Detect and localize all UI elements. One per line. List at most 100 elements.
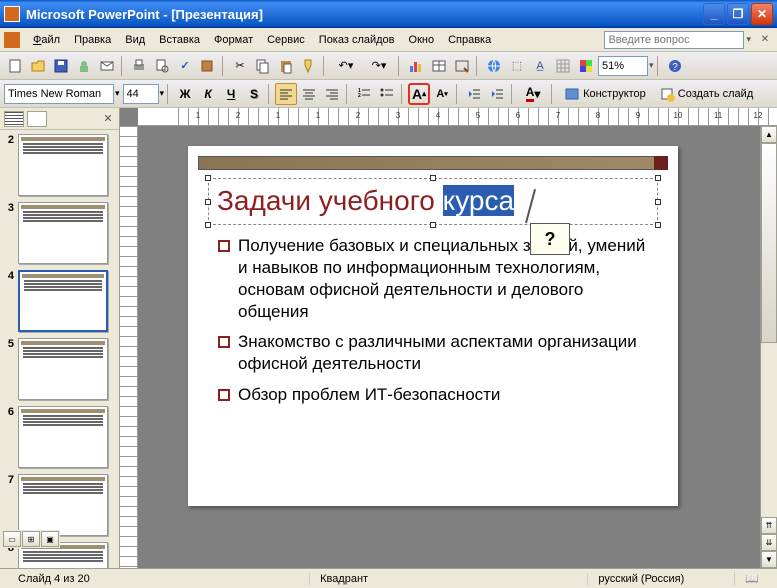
bullets-button[interactable] bbox=[376, 83, 398, 105]
font-color-button[interactable]: A ▾ bbox=[518, 83, 548, 105]
save-button[interactable] bbox=[50, 55, 72, 77]
help-button[interactable]: ? bbox=[664, 55, 686, 77]
list-item[interactable]: Знакомство с различными аспектами органи… bbox=[218, 331, 648, 375]
open-button[interactable] bbox=[27, 55, 49, 77]
status-spellcheck-icon[interactable]: 📖 bbox=[734, 572, 769, 585]
undo-button[interactable]: ↶▾ bbox=[330, 55, 362, 77]
thumbnail-row[interactable]: 2 bbox=[2, 134, 117, 196]
scroll-thumb[interactable] bbox=[761, 143, 777, 343]
thumbnail-row[interactable]: 5 bbox=[2, 338, 117, 400]
menu-format[interactable]: Формат bbox=[207, 32, 260, 48]
slide-body-list[interactable]: Получение базовых и специальных знаний, … bbox=[218, 235, 648, 406]
color-button[interactable] bbox=[575, 55, 597, 77]
new-button[interactable] bbox=[4, 55, 26, 77]
help-callout: ? bbox=[530, 223, 570, 255]
insert-chart-button[interactable] bbox=[405, 55, 427, 77]
menu-slideshow[interactable]: Показ слайдов bbox=[312, 32, 402, 48]
increase-indent-button[interactable] bbox=[486, 83, 508, 105]
decrease-indent-button[interactable] bbox=[463, 83, 485, 105]
thumbnail-slide[interactable] bbox=[18, 134, 108, 196]
size-dropdown-icon[interactable]: ▾ bbox=[160, 88, 165, 99]
insert-table-button[interactable] bbox=[428, 55, 450, 77]
text-shadow-button[interactable]: S bbox=[243, 83, 265, 105]
view-buttons: ▭ ⊞ ▣ bbox=[2, 530, 60, 548]
font-select[interactable] bbox=[4, 84, 114, 104]
print-preview-button[interactable] bbox=[151, 55, 173, 77]
vertical-ruler[interactable] bbox=[120, 126, 138, 568]
zoom-dropdown-icon[interactable]: ▾ bbox=[649, 60, 654, 71]
spellcheck-button[interactable]: ✓ bbox=[174, 55, 196, 77]
zoom-input[interactable] bbox=[598, 56, 648, 76]
menu-view[interactable]: Вид bbox=[118, 32, 152, 48]
numbering-button[interactable]: 12 bbox=[353, 83, 375, 105]
tables-borders-button[interactable] bbox=[451, 55, 473, 77]
font-size-select[interactable] bbox=[123, 84, 159, 104]
slides-tab[interactable] bbox=[27, 111, 47, 127]
document-control-icon[interactable] bbox=[4, 32, 20, 48]
slide-decoration-bar bbox=[198, 156, 668, 170]
thumbnail-slide[interactable] bbox=[18, 474, 108, 536]
copy-button[interactable] bbox=[252, 55, 274, 77]
show-grid-button[interactable] bbox=[552, 55, 574, 77]
maximize-button[interactable]: ❐ bbox=[727, 3, 749, 25]
menu-file[interactable]: Фdocument.currentScript.previousSibling.… bbox=[26, 32, 67, 48]
show-formatting-button[interactable]: A̲ bbox=[529, 55, 551, 77]
research-button[interactable] bbox=[197, 55, 219, 77]
horizontal-ruler[interactable]: 12112345678910111213141516171819202122 bbox=[138, 108, 777, 126]
doc-close-button[interactable]: ✕ bbox=[757, 32, 773, 48]
email-button[interactable] bbox=[96, 55, 118, 77]
thumbnail-slide[interactable] bbox=[18, 270, 108, 332]
scroll-down-button[interactable]: ▼ bbox=[761, 551, 777, 568]
redo-button[interactable]: ↷▾ bbox=[363, 55, 395, 77]
new-slide-button[interactable]: Создать слайд bbox=[653, 84, 759, 104]
slide-canvas[interactable]: Задачи учебного курса Получение базовых … bbox=[138, 126, 777, 568]
scroll-up-button[interactable]: ▲ bbox=[761, 126, 777, 143]
thumbnail-row[interactable]: 6 bbox=[2, 406, 117, 468]
increase-font-button[interactable]: A▴ bbox=[408, 83, 430, 105]
align-right-button[interactable] bbox=[321, 83, 343, 105]
panel-close-button[interactable]: ✕ bbox=[101, 112, 115, 125]
close-button[interactable]: ✕ bbox=[751, 3, 773, 25]
vertical-scrollbar[interactable]: ▲ ⇈ ⇊ ▼ bbox=[760, 126, 777, 568]
list-item[interactable]: Обзор проблем ИТ-безопасности bbox=[218, 384, 648, 406]
title-placeholder[interactable]: Задачи учебного курса bbox=[208, 178, 658, 225]
normal-view-button[interactable]: ▭ bbox=[3, 531, 21, 547]
prev-slide-button[interactable]: ⇈ bbox=[761, 517, 777, 534]
sorter-view-button[interactable]: ⊞ bbox=[22, 531, 40, 547]
next-slide-button[interactable]: ⇊ bbox=[761, 534, 777, 551]
thumbnail-row[interactable]: 7 bbox=[2, 474, 117, 536]
align-left-button[interactable] bbox=[275, 83, 297, 105]
menu-insert[interactable]: Вставка bbox=[152, 32, 207, 48]
format-painter-button[interactable] bbox=[298, 55, 320, 77]
design-button[interactable]: Конструктор bbox=[558, 84, 652, 104]
expand-all-button[interactable]: ⬚ bbox=[506, 55, 528, 77]
italic-button[interactable]: К bbox=[197, 83, 219, 105]
underline-button[interactable]: Ч bbox=[220, 83, 242, 105]
slideshow-view-button[interactable]: ▣ bbox=[41, 531, 59, 547]
hyperlink-button[interactable] bbox=[483, 55, 505, 77]
align-center-button[interactable] bbox=[298, 83, 320, 105]
print-button[interactable] bbox=[128, 55, 150, 77]
thumbnail-row[interactable]: 4 bbox=[2, 270, 117, 332]
status-language[interactable]: русский (Россия) bbox=[587, 573, 694, 585]
thumbnail-slide[interactable] bbox=[18, 202, 108, 264]
bold-button[interactable]: Ж bbox=[174, 83, 196, 105]
menu-window[interactable]: Окно bbox=[402, 32, 442, 48]
font-dropdown-icon[interactable]: ▾ bbox=[115, 88, 120, 99]
thumbnail-slide[interactable] bbox=[18, 338, 108, 400]
help-question-input[interactable] bbox=[604, 31, 744, 49]
list-item[interactable]: Получение базовых и специальных знаний, … bbox=[218, 235, 648, 323]
menu-help[interactable]: Справка bbox=[441, 32, 498, 48]
outline-tab[interactable] bbox=[4, 111, 24, 127]
menu-service[interactable]: Сервис bbox=[260, 32, 312, 48]
thumbnail-row[interactable]: 3 bbox=[2, 202, 117, 264]
slide-title-text[interactable]: Задачи учебного курса bbox=[217, 185, 649, 218]
dropdown-icon[interactable]: ▾ bbox=[746, 34, 751, 45]
permissions-button[interactable] bbox=[73, 55, 95, 77]
cut-button[interactable]: ✂ bbox=[229, 55, 251, 77]
menu-edit[interactable]: Правка bbox=[67, 32, 118, 48]
thumbnail-slide[interactable] bbox=[18, 406, 108, 468]
decrease-font-button[interactable]: A▾ bbox=[431, 83, 453, 105]
paste-button[interactable] bbox=[275, 55, 297, 77]
minimize-button[interactable]: _ bbox=[703, 3, 725, 25]
